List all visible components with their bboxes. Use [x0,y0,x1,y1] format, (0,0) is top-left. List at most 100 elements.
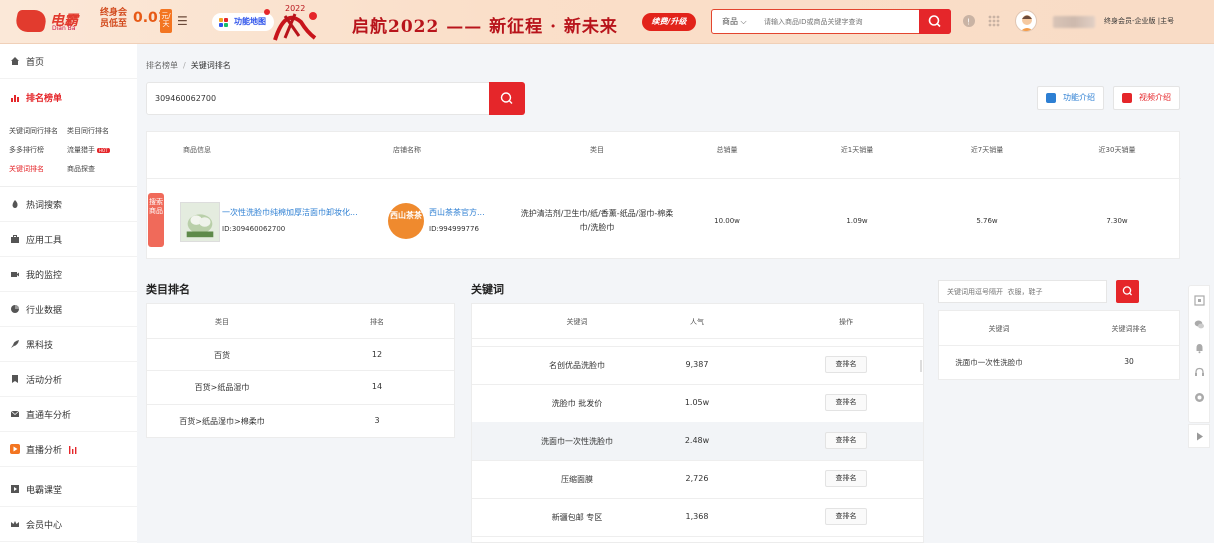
bell-icon[interactable] [1194,343,1205,354]
sidebar-item-label: 直播分析 [26,445,63,456]
sidebar-item-black-tech[interactable]: 黑科技 [0,327,137,362]
check-rank-button[interactable]: 查排名 [825,508,867,525]
sidebar-item-hot-search[interactable]: 热词搜索 [0,187,137,222]
30day-sales-value: 7.30w [1106,217,1128,225]
flame-icon [12,200,18,208]
product-name-link[interactable]: 一次性洗脸巾纯棉加厚洁面巾卸妆化... [222,207,372,218]
toolbar-collapse-button[interactable] [1188,424,1210,448]
menu-list-icon[interactable]: ☰ [177,14,188,28]
shop-id: ID:994999776 [429,225,479,233]
sidebar-item-label: 活动分析 [26,375,63,386]
keyword-text: 洗脸巾 批发价 [551,399,603,408]
product-id: ID:309460062700 [222,225,286,233]
toolbox-icon [11,235,19,243]
pie-icon [11,305,19,313]
keyword-rank-input[interactable] [938,280,1107,303]
subnav-keyword-rank[interactable]: 关键词排名 [9,164,44,174]
deco-year: 2022 [285,4,305,13]
keyword-popularity: 1,368 [685,512,709,521]
header-search-input[interactable] [764,13,914,30]
subnav-keyword-peer[interactable]: 关键词同行排名 [9,126,58,136]
keyword-text: 新疆包邮 专区 [551,513,603,522]
sidebar-item-industry[interactable]: 行业数据 [0,292,137,327]
row-divider [472,460,923,461]
category-rank-value: 14 [371,382,383,391]
th-keyword: 关键词 [566,318,588,326]
header-search-button[interactable] [919,9,951,34]
sidebar-item-label: 电霸课堂 [26,485,63,496]
keyword-popularity: 1.05w [684,398,710,407]
user-avatar[interactable] [1015,10,1037,32]
product-thumbnail[interactable] [180,202,220,242]
qr-code-icon[interactable] [1194,295,1205,306]
subnav-product-probe[interactable]: 商品探查 [67,164,95,174]
feedback-icon[interactable] [1194,392,1205,403]
sidebar-item-label: 会员中心 [26,520,63,531]
product-search-button[interactable] [489,82,525,115]
sidebar-item-home[interactable]: 首页 [0,44,137,79]
th-keyword: 关键词 [988,325,1010,333]
search-icon [928,15,941,28]
shop-name-link[interactable]: 西山茶茶官方... [429,207,485,218]
username-blurred [1053,16,1095,28]
search-category-select[interactable]: 商品 ⌵ [722,10,747,33]
scrollbar-thumb[interactable] [920,360,922,372]
svg-text:!: ! [967,18,970,27]
sidebar-item-classroom[interactable]: 电霸课堂 [0,472,137,507]
video-intro-icon [1122,93,1132,103]
check-rank-button[interactable]: 查排名 [825,394,867,411]
sidebar-item-label: 热词搜索 [26,200,63,211]
new-year-decoration-icon: 2022 [264,4,317,41]
sidebar-item-tools[interactable]: 应用工具 [0,222,137,257]
sidebar-item-activity[interactable]: 活动分析 [0,362,137,397]
sidebar-item-monitor[interactable]: 我的监控 [0,257,137,292]
breadcrumb-root[interactable]: 排名榜单 [146,61,178,70]
sidebar-item-label: 黑科技 [26,340,54,351]
video-intro-label: 视频介绍 [1139,93,1171,102]
subnav-flow-hunter[interactable]: 流量猎手 HOT [67,145,110,155]
sidebar-item-label: 我的监控 [26,270,63,281]
slogan: 启航2022 —— 新征程 · 新未来 [352,17,618,37]
wechat-icon[interactable] [1194,319,1205,330]
product-table: 商品信息 店铺名称 类目 总销量 近1天销量 近7天销量 近30天销量 搜索商品… [146,131,1181,259]
check-rank-button[interactable]: 查排名 [825,432,867,449]
play-icon [11,485,19,493]
row-divider [472,338,923,339]
row-divider [472,346,923,347]
table-header-divider [147,178,1181,179]
product-id-input[interactable] [146,82,490,115]
help-icon[interactable]: ! [962,14,976,28]
shop-logo[interactable]: 西山茶茶 [388,203,424,239]
check-rank-button[interactable]: 查排名 [825,356,867,373]
subnav-category-peer[interactable]: 类目同行排名 [67,126,109,136]
keyword-rank-search-button[interactable] [1116,280,1139,303]
sidebar-item-rankings[interactable]: 排名榜单 [0,80,137,115]
headset-icon[interactable] [1194,367,1205,378]
keyword-text: 洗面巾一次性洗脸巾 [955,358,1023,367]
lifetime-label[interactable]: 终身会员低至 [100,8,130,30]
row-divider [472,498,923,499]
mail-icon [10,410,20,417]
keyword-popularity: 2.48w [684,436,710,445]
sidebar: 首页 排名榜单 关键词同行排名 类目同行排名 多多排行榜 流量猎手 HOT 关键词… [0,44,137,543]
logo-subtitle: Dian Ba [52,25,76,32]
home-icon [11,57,19,65]
th-total-sales: 总销量 [716,146,738,154]
sidebar-item-member-center[interactable]: 会员中心 [0,507,137,542]
category-rank-cat: 百货>纸品湿巾 [194,383,250,392]
ticket-icon [12,375,18,383]
subnav-multi-rank[interactable]: 多多排行榜 [9,145,44,155]
feature-intro-button[interactable]: 功能介绍 [1037,86,1104,110]
sidebar-item-live[interactable]: 直播分析 [0,432,137,467]
sidebar-item-through-train[interactable]: 直通车分析 [0,397,137,432]
check-rank-button[interactable]: 查排名 [825,470,867,487]
member-level[interactable]: 终身会员-企业版 |主号 [1104,16,1174,26]
th-rank: 排名 [370,318,384,326]
breadcrumb: 排名榜单 / 关键词排名 [146,60,231,71]
apps-grid-icon[interactable] [987,14,1001,28]
camera-icon [11,272,19,277]
video-intro-button[interactable]: 视频介绍 [1113,86,1180,110]
th-category: 类目 [590,146,604,154]
category-rank-value: 3 [374,416,380,425]
upgrade-button[interactable]: 续费/升级 [642,13,696,31]
